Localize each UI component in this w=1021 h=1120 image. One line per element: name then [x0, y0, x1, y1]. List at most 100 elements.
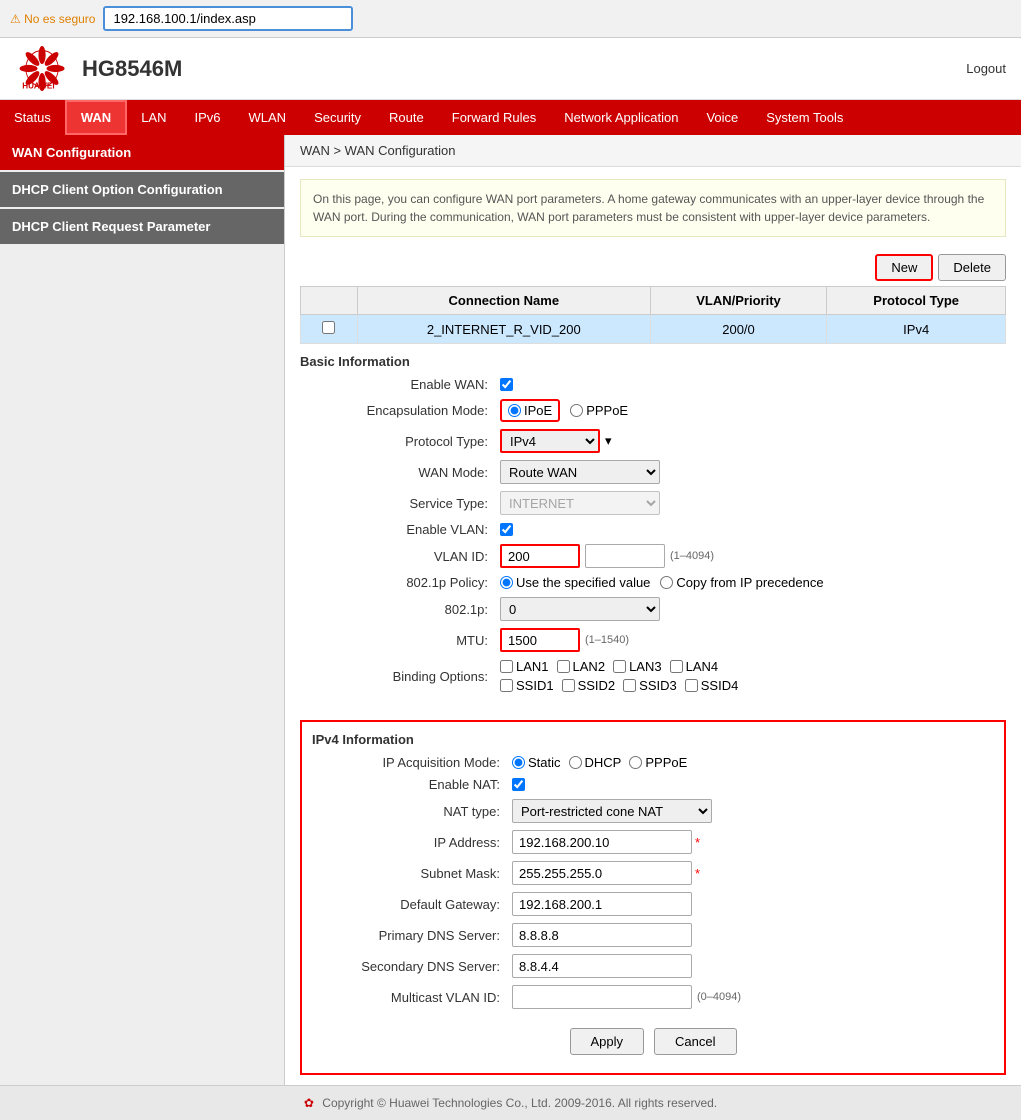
basic-info-section: Basic Information Enable WAN: Encapsulat… — [285, 344, 1021, 710]
ip-acq-pppoe-label: PPPoE — [645, 755, 687, 770]
nav-status[interactable]: Status — [0, 100, 65, 135]
vlan-id-secondary[interactable] — [585, 544, 665, 568]
encap-pppoe-option[interactable]: PPPoE — [570, 403, 628, 418]
8021p-select[interactable]: 01234567 — [500, 597, 660, 621]
new-button[interactable]: New — [875, 254, 933, 281]
binding-options-group: LAN1 LAN2 LAN3 LAN4 SSID1 SSID2 SSID3 SS… — [500, 659, 738, 693]
policy-copy-radio[interactable] — [660, 576, 673, 589]
enable-wan-checkbox[interactable] — [500, 378, 513, 391]
sidebar-item-wan-config[interactable]: WAN Configuration — [0, 135, 284, 170]
sidebar-item-dhcp-request[interactable]: DHCP Client Request Parameter — [0, 209, 284, 244]
multicast-vlan-label: Multicast VLAN ID: — [312, 990, 512, 1005]
ip-acq-static-radio[interactable] — [512, 756, 525, 769]
subnet-mask-label: Subnet Mask: — [312, 866, 512, 881]
main-content: WAN > WAN Configuration On this page, yo… — [285, 135, 1021, 1085]
info-box: On this page, you can configure WAN port… — [300, 179, 1006, 237]
ip-acq-dhcp[interactable]: DHCP — [569, 755, 622, 770]
nav-wlan[interactable]: WLAN — [235, 100, 301, 135]
col-checkbox — [301, 287, 358, 315]
policy-specified-option[interactable]: Use the specified value — [500, 575, 650, 590]
enable-vlan-label: Enable VLAN: — [300, 522, 500, 537]
ip-acq-pppoe-radio[interactable] — [629, 756, 642, 769]
subnet-mask-input[interactable] — [512, 861, 692, 885]
mtu-row: MTU: (1–1540) — [300, 628, 1006, 652]
nav-lan[interactable]: LAN — [127, 100, 180, 135]
service-type-row: Service Type: INTERNET — [300, 491, 1006, 515]
vlan-priority-cell: 200/0 — [650, 315, 827, 344]
vlan-id-input[interactable] — [500, 544, 580, 568]
nav-wan[interactable]: WAN — [65, 100, 127, 135]
binding-ssid2[interactable]: SSID2 — [562, 678, 616, 693]
binding-lan1[interactable]: LAN1 — [500, 659, 549, 674]
ip-address-input[interactable] — [512, 830, 692, 854]
col-connection-name: Connection Name — [357, 287, 650, 315]
nav-ipv6[interactable]: IPv6 — [181, 100, 235, 135]
binding-lan4[interactable]: LAN4 — [670, 659, 719, 674]
footer-text: Copyright © Huawei Technologies Co., Ltd… — [322, 1096, 717, 1110]
enable-nat-row: Enable NAT: — [312, 777, 994, 792]
table-row[interactable]: 2_INTERNET_R_VID_200 200/0 IPv4 — [301, 315, 1006, 344]
wan-mode-select[interactable]: Route WAN Bridge WAN — [500, 460, 660, 484]
ip-acq-row: IP Acquisition Mode: Static DHCP PPPoE — [312, 755, 994, 770]
enable-vlan-checkbox[interactable] — [500, 523, 513, 536]
enable-vlan-row: Enable VLAN: — [300, 522, 1006, 537]
action-buttons: Apply Cancel — [312, 1016, 994, 1063]
enable-wan-row: Enable WAN: — [300, 377, 1006, 392]
nat-type-select[interactable]: Port-restricted cone NATFull cone NAT — [512, 799, 712, 823]
nav-network-application[interactable]: Network Application — [550, 100, 692, 135]
wan-mode-label: WAN Mode: — [300, 465, 500, 480]
ip-acq-dhcp-radio[interactable] — [569, 756, 582, 769]
ip-address-label: IP Address: — [312, 835, 512, 850]
binding-ssid1[interactable]: SSID1 — [500, 678, 554, 693]
wan-mode-row: WAN Mode: Route WAN Bridge WAN — [300, 460, 1006, 484]
protocol-type-label: Protocol Type: — [300, 434, 500, 449]
logout-button[interactable]: Logout — [966, 61, 1006, 76]
mtu-label: MTU: — [300, 633, 500, 648]
connection-name-cell: 2_INTERNET_R_VID_200 — [357, 315, 650, 344]
content-wrapper: WAN Configuration DHCP Client Option Con… — [0, 135, 1021, 1085]
ip-acq-static[interactable]: Static — [512, 755, 561, 770]
binding-ssid4[interactable]: SSID4 — [685, 678, 739, 693]
cancel-button[interactable]: Cancel — [654, 1028, 736, 1055]
nav-system-tools[interactable]: System Tools — [752, 100, 857, 135]
enable-wan-label: Enable WAN: — [300, 377, 500, 392]
8021p-label: 802.1p: — [300, 602, 500, 617]
encap-ipoe-radio[interactable] — [508, 404, 521, 417]
footer: ✿ Copyright © Huawei Technologies Co., L… — [0, 1085, 1021, 1120]
primary-dns-input[interactable] — [512, 923, 692, 947]
row-checkbox[interactable] — [322, 321, 335, 334]
encap-ipoe-option[interactable]: IPoE — [500, 399, 560, 422]
nav-forward-rules[interactable]: Forward Rules — [438, 100, 551, 135]
policy-specified-radio[interactable] — [500, 576, 513, 589]
nat-type-row: NAT type: Port-restricted cone NATFull c… — [312, 799, 994, 823]
secondary-dns-label: Secondary DNS Server: — [312, 959, 512, 974]
col-vlan-priority: VLAN/Priority — [650, 287, 827, 315]
protocol-type-select[interactable]: IPv4 — [500, 429, 600, 453]
nav-route[interactable]: Route — [375, 100, 438, 135]
apply-button[interactable]: Apply — [570, 1028, 645, 1055]
default-gw-input[interactable] — [512, 892, 692, 916]
enable-nat-checkbox[interactable] — [512, 778, 525, 791]
multicast-vlan-input[interactable] — [512, 985, 692, 1009]
binding-lan2[interactable]: LAN2 — [557, 659, 606, 674]
encap-pppoe-radio[interactable] — [570, 404, 583, 417]
address-bar[interactable] — [103, 6, 353, 31]
encap-mode-label: Encapsulation Mode: — [300, 403, 500, 418]
nav-security[interactable]: Security — [300, 100, 375, 135]
policy-copy-option[interactable]: Copy from IP precedence — [660, 575, 823, 590]
sidebar-item-dhcp-option[interactable]: DHCP Client Option Configuration — [0, 172, 284, 207]
mtu-input[interactable] — [500, 628, 580, 652]
delete-button[interactable]: Delete — [938, 254, 1006, 281]
col-protocol-type: Protocol Type — [827, 287, 1006, 315]
primary-dns-label: Primary DNS Server: — [312, 928, 512, 943]
basic-info-title: Basic Information — [300, 354, 1006, 369]
secondary-dns-input[interactable] — [512, 954, 692, 978]
binding-lan3[interactable]: LAN3 — [613, 659, 662, 674]
binding-ssid3[interactable]: SSID3 — [623, 678, 677, 693]
ip-acq-pppoe[interactable]: PPPoE — [629, 755, 687, 770]
nav-voice[interactable]: Voice — [692, 100, 752, 135]
ip-acq-dhcp-label: DHCP — [585, 755, 622, 770]
nav-bar: Status WAN LAN IPv6 WLAN Security Route … — [0, 100, 1021, 135]
binding-options-row: Binding Options: LAN1 LAN2 LAN3 LAN4 SSI… — [300, 659, 1006, 693]
service-type-select[interactable]: INTERNET — [500, 491, 660, 515]
